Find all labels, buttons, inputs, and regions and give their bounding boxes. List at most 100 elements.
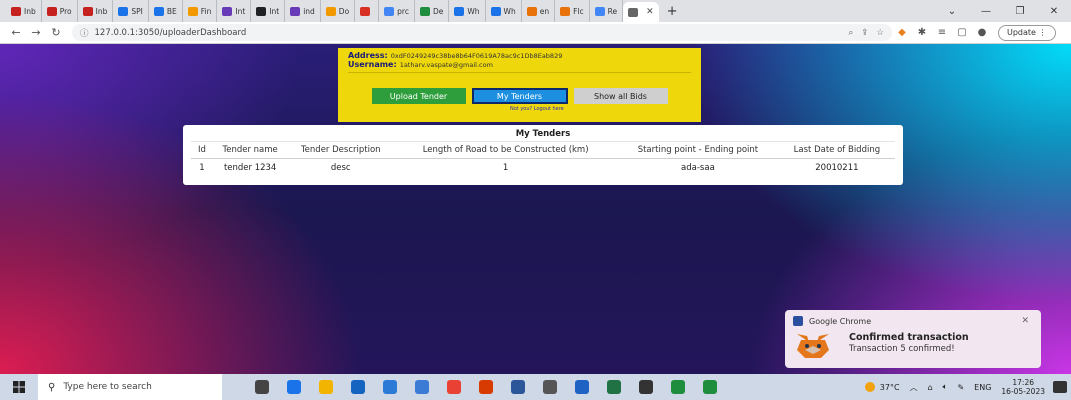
volume-icon[interactable]: 🔈︎ [943,382,948,392]
browser-tab[interactable]: Int [217,0,252,22]
tab-favicon-icon [560,6,571,16]
clock[interactable]: 17:26 16-05-2023 [1001,378,1045,396]
forward-arrow-icon[interactable]: → [26,26,46,39]
tab-label: Inb [24,6,36,16]
tab-favicon-icon [490,6,501,16]
browser-tab[interactable]: en [522,0,556,22]
browser-tab[interactable]: SPI [113,0,149,22]
tab-label: Fin [200,6,212,16]
pinned-app-icon[interactable] [502,374,534,400]
tenders-table-card: My Tenders Id Tender name Tender Descripti… [183,125,903,185]
tab-favicon-icon [325,6,336,16]
address-row: Address: 0xdF0249249c38be8b64F0619A78ac9c… [348,51,691,60]
start-button[interactable] [0,374,38,400]
active-browser-tab[interactable]: ✕ [623,2,659,22]
minimize-button[interactable]: — [969,6,1003,17]
pinned-app-icon[interactable] [598,374,630,400]
divider [348,72,691,73]
browser-tab-bar: Inb Pro Inb SPI BE Fin Int Int ind Do prc De Wh Wh en F… [0,0,1071,22]
weather-icon[interactable] [864,382,875,392]
profile-avatar[interactable]: ● [972,27,992,38]
browser-tab[interactable]: Inb [6,0,42,22]
close-window-button[interactable]: ✕ [1037,6,1071,17]
tab-favicon-icon [256,6,267,16]
share-icon[interactable]: ⇪ [861,28,868,38]
language-indicator[interactable]: ENG [974,383,991,392]
username-label: Username: [348,60,397,69]
browser-tab[interactable]: BE [149,0,183,22]
back-arrow-icon[interactable]: ← [6,26,26,39]
temperature[interactable]: 37°C [880,383,900,392]
browser-tab[interactable]: Inb [78,0,114,22]
app-icon [511,380,525,394]
tab-label: en [539,6,550,16]
column-header: Length of Road to be Constructed (km) [394,142,618,159]
tab-label: Inb [95,6,108,16]
browser-tab[interactable]: De [415,0,450,22]
tray-overflow-icon[interactable]: ︿ [910,382,918,393]
close-icon[interactable]: ✕ [1021,316,1029,326]
network-icon[interactable]: ⌂ [928,383,933,392]
update-button[interactable]: Update ⋮ [998,24,1056,41]
logout-link[interactable]: Not you? Logout here [510,106,564,112]
browser-tab[interactable]: ind [285,0,321,22]
restore-button[interactable]: ❐ [1003,6,1037,17]
app-icon [639,380,653,394]
close-icon[interactable]: ✕ [646,7,654,17]
table-header-row: Id Tender name Tender Description Length of… [191,142,895,159]
tab-favicon-icon [290,6,301,16]
browser-tab[interactable]: Int [251,0,286,22]
pinned-app-icon[interactable] [662,374,694,400]
extensions-puzzle-icon[interactable]: ✱ [912,27,932,38]
toast-text: Confirmed transaction Transaction 5 conf… [849,332,969,360]
tab-label: BE [166,6,177,16]
pinned-app-icon[interactable] [246,374,278,400]
pinned-app-icon[interactable] [630,374,662,400]
column-header: Tender Description [287,142,395,159]
new-tab-button[interactable]: + [667,4,678,19]
pinned-app-icon[interactable] [310,374,342,400]
side-panel-icon[interactable]: ▢ [952,27,972,38]
upload-tender-button[interactable]: Upload Tender [371,88,466,104]
metamask-extension-icon[interactable]: ◆ [892,27,912,38]
toast-header: Google Chrome [793,316,1033,326]
pinned-app-icon[interactable] [566,374,598,400]
pinned-app-icon[interactable] [278,374,310,400]
url-input[interactable]: ⓘ 127.0.0.1:3050/uploaderDashboard ⌕ ⇪ ☆ [72,24,892,41]
my-tenders-button[interactable]: My Tenders [471,88,568,104]
browser-tab[interactable]: Wh [449,0,486,22]
pinned-app-icon[interactable] [534,374,566,400]
reload-icon[interactable]: ↻ [46,26,66,39]
pinned-app-icon[interactable] [694,374,726,400]
browser-tab[interactable]: Wh [486,0,522,22]
notification-center-icon[interactable] [1053,381,1067,393]
tab-favicon-icon [419,6,430,16]
show-all-bids-button[interactable]: Show all Bids [573,88,668,104]
zoom-icon[interactable]: ⌕ [848,28,853,38]
app-icon [351,380,365,394]
app-icon [703,380,717,394]
browser-tab[interactable]: Pro [42,0,78,22]
tab-search-icon[interactable]: ⌄ [935,6,969,17]
taskbar-search-input[interactable]: ⚲ Type here to search [38,374,222,400]
browser-tab[interactable]: Do [321,0,356,22]
pinned-app-icon[interactable] [406,374,438,400]
browser-tab[interactable]: Flc [555,0,590,22]
notification-toast[interactable]: Google Chrome ✕ Confirmed transaction Tr… [785,310,1041,368]
tab-label: ind [303,6,315,16]
browser-tab[interactable]: Re [590,0,624,22]
browser-tab[interactable]: prc [379,0,415,22]
pinned-app-icon[interactable] [438,374,470,400]
pinned-app-icon[interactable] [374,374,406,400]
pinned-app-icon[interactable] [342,374,374,400]
reading-list-icon[interactable]: ≡ [932,27,952,38]
pinned-app-icon[interactable] [470,374,502,400]
browser-tab[interactable]: Fin [183,0,218,22]
pen-icon[interactable]: ✎ [957,383,964,392]
column-header: Starting point - Ending point [617,142,779,159]
browser-tab[interactable] [355,0,380,22]
site-info-icon[interactable]: ⓘ [80,27,89,39]
bookmark-star-icon[interactable]: ☆ [876,28,884,38]
tab-label: Re [607,6,618,16]
table-cell: tender 1234 [223,162,277,173]
